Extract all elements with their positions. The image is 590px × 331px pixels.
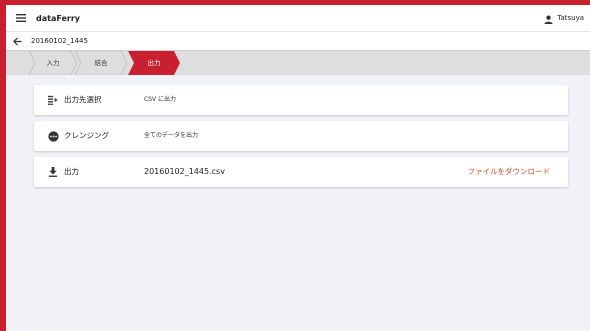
output-label: 出力 bbox=[64, 167, 79, 176]
output-destination-icon bbox=[47, 94, 59, 106]
output-destination-label: 出力先選択 bbox=[64, 95, 102, 104]
step-output[interactable]: 出力 bbox=[128, 51, 180, 75]
project-bar: 20160102_1445 bbox=[6, 32, 590, 50]
step-join-label: 結合 bbox=[94, 59, 108, 67]
cleansing-card[interactable]: クレンジング 全てのデータを出力 bbox=[34, 121, 568, 151]
output-destination-value: CSV に出力 bbox=[144, 96, 177, 103]
back-arrow-icon[interactable] bbox=[11, 35, 23, 47]
user-menu[interactable]: Tatsuya bbox=[544, 5, 584, 31]
download-icon bbox=[47, 166, 59, 178]
app-bar: dataFerry Tatsuya bbox=[6, 5, 590, 32]
output-filename: 20160102_1445.csv bbox=[144, 167, 225, 176]
step-input[interactable]: 入力 bbox=[29, 51, 77, 75]
cleansing-icon bbox=[47, 130, 59, 142]
step-output-label: 出力 bbox=[147, 59, 161, 67]
download-file-link[interactable]: ファイルをダウンロード bbox=[468, 157, 551, 187]
step-join[interactable]: 結合 bbox=[75, 51, 127, 75]
app-window: dataFerry Tatsuya 20160102_1445 入力 結合 出力 bbox=[6, 5, 590, 331]
output-destination-card[interactable]: 出力先選択 CSV に出力 bbox=[34, 85, 568, 115]
cleansing-label: クレンジング bbox=[64, 131, 109, 140]
step-breadcrumb: 入力 結合 出力 bbox=[6, 50, 590, 75]
hamburger-menu-icon[interactable] bbox=[12, 11, 30, 25]
cleansing-value: 全てのデータを出力 bbox=[144, 132, 199, 139]
user-icon bbox=[544, 9, 553, 28]
user-name: Tatsuya bbox=[557, 14, 584, 22]
app-title: dataFerry bbox=[36, 13, 81, 23]
step-input-label: 入力 bbox=[46, 59, 60, 67]
project-name: 20160102_1445 bbox=[31, 37, 88, 45]
output-card: 出力 20160102_1445.csv ファイルをダウンロード bbox=[34, 157, 568, 187]
